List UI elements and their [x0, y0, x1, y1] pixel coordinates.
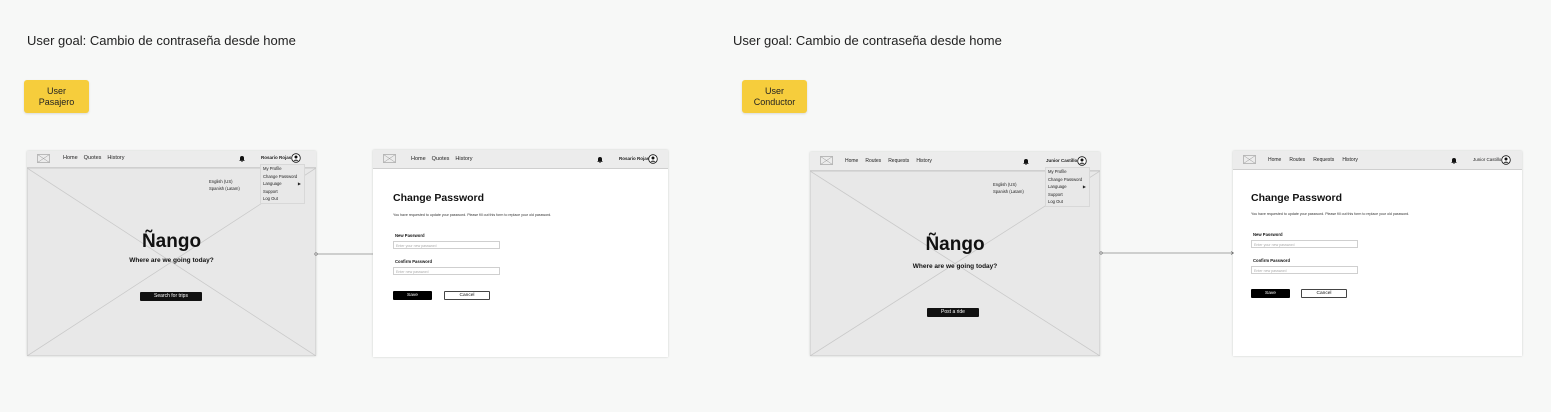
logo-placeholder-icon[interactable] [37, 154, 50, 163]
language-option-spanish[interactable]: Spanish (Latam) [209, 185, 240, 192]
avatar-icon[interactable] [648, 154, 658, 164]
nav-links: Home Routes Requests History [1268, 157, 1358, 163]
hero-image-placeholder: English (US) Spanish (Latam) My Profile … [27, 164, 316, 356]
nav-links: Home Routes Requests History [845, 158, 932, 164]
role-sticky-note: User Pasajero [24, 80, 89, 113]
menu-support[interactable]: Support [261, 188, 304, 196]
language-submenu: English (US) Spanish (Latam) [209, 178, 240, 192]
user-name[interactable]: Rosario Rojas [261, 155, 291, 160]
language-submenu: English (US) Spanish (Latam) [993, 181, 1024, 195]
nav-history[interactable]: History [1342, 157, 1358, 163]
language-option-english[interactable]: English (US) [993, 181, 1024, 188]
nav-history[interactable]: History [916, 158, 932, 164]
logo-placeholder-icon[interactable] [1243, 155, 1256, 164]
confirm-password-field[interactable]: Enter new password [1251, 266, 1358, 274]
nav-requests[interactable]: Requests [1313, 157, 1334, 163]
search-trips-button[interactable]: Search for trips [140, 292, 202, 301]
language-option-english[interactable]: English (US) [209, 178, 240, 185]
nav-routes[interactable]: Routes [865, 158, 881, 164]
nav-home[interactable]: Home [845, 158, 858, 164]
bell-icon[interactable] [239, 155, 245, 162]
role-sticky-text: User Pasajero [38, 85, 75, 107]
profile-dropdown-menu: My Profile Change Password Language ▶ Su… [1045, 167, 1090, 207]
connector-arrow [314, 252, 373, 256]
menu-change-password[interactable]: Change Password [1046, 176, 1089, 184]
tagline: Where are we going today? [912, 263, 998, 270]
home-screen-frame: Home Routes Requests History Junior Cast… [810, 152, 1100, 356]
nav-home[interactable]: Home [411, 156, 426, 162]
connector-arrow [1099, 251, 1235, 255]
home-screen-frame: Home Quotes History Rosario Rojas Englis… [27, 151, 316, 356]
user-name[interactable]: Junior Castillo [1046, 158, 1077, 163]
nav-requests[interactable]: Requests [888, 158, 909, 164]
nav-links: Home Quotes History [411, 156, 473, 162]
save-button[interactable]: Save [1251, 289, 1290, 298]
cancel-button[interactable]: Cancel [1301, 289, 1347, 298]
navbar: Home Routes Requests History Junior Cast… [1233, 151, 1522, 170]
caret-right-icon: ▶ [1082, 184, 1086, 190]
profile-dropdown-menu: My Profile Change Password Language ▶ Su… [260, 164, 305, 204]
brand-logo-text: Ñango [925, 234, 985, 255]
menu-my-profile[interactable]: My Profile [261, 165, 304, 173]
cancel-button[interactable]: Cancel [444, 291, 490, 300]
page-title: Change Password [1251, 192, 1343, 204]
menu-language[interactable]: Language ▶ [1046, 183, 1089, 191]
nav-home[interactable]: Home [63, 155, 78, 161]
menu-my-profile[interactable]: My Profile [1046, 168, 1089, 176]
logo-placeholder-icon[interactable] [820, 156, 833, 165]
role-sticky-note: User Conductor [742, 80, 807, 113]
brand-logo-text: Ñango [141, 231, 202, 252]
user-goal-title: User goal: Cambio de contraseña desde ho… [27, 33, 296, 48]
user-goal-title: User goal: Cambio de contraseña desde ho… [733, 33, 1002, 48]
nav-quotes[interactable]: Quotes [84, 155, 102, 161]
nav-quotes[interactable]: Quotes [432, 156, 450, 162]
tagline: Where are we going today? [129, 257, 214, 264]
nav-links: Home Quotes History [63, 155, 125, 161]
role-sticky-text: User Conductor [753, 85, 796, 107]
menu-language-label: Language [1048, 184, 1067, 190]
confirm-password-label: Confirm Password [1253, 258, 1290, 263]
save-button[interactable]: Save [393, 291, 432, 300]
menu-log-out[interactable]: Log Out [261, 195, 304, 203]
caret-right-icon: ▶ [297, 181, 301, 187]
bell-icon[interactable] [1023, 158, 1029, 165]
language-option-spanish[interactable]: Spanish (Latam) [993, 188, 1024, 195]
menu-language-label: Language [263, 181, 282, 187]
new-password-label: New Password [395, 233, 425, 238]
navbar: Home Quotes History Rosario Rojas [373, 150, 668, 169]
nav-routes[interactable]: Routes [1289, 157, 1305, 163]
page-title: Change Password [393, 192, 485, 204]
nav-home[interactable]: Home [1268, 157, 1281, 163]
post-ride-button[interactable]: Post a ride [927, 308, 979, 317]
user-name[interactable]: Rosario Rojas [619, 156, 649, 161]
new-password-label: New Password [1253, 232, 1283, 237]
confirm-password-field[interactable]: Enter new password [393, 267, 500, 275]
user-name[interactable]: Junior Castillo [1473, 157, 1501, 162]
avatar-icon[interactable] [1501, 155, 1511, 165]
page-description: You have requested to update your passwo… [1251, 212, 1410, 216]
bell-icon[interactable] [597, 156, 603, 163]
new-password-field[interactable]: Enter your new password [1251, 240, 1358, 248]
confirm-password-label: Confirm Password [395, 259, 432, 264]
new-password-field[interactable]: Enter your new password [393, 241, 500, 249]
menu-support[interactable]: Support [1046, 191, 1089, 199]
logo-placeholder-icon[interactable] [383, 154, 396, 163]
bell-icon[interactable] [1451, 157, 1457, 164]
change-password-screen-frame: Home Routes Requests History Junior Cast… [1233, 151, 1522, 356]
change-password-screen-frame: Home Quotes History Rosario Rojas Change… [373, 150, 668, 357]
nav-history[interactable]: History [107, 155, 124, 161]
avatar-icon[interactable] [1077, 156, 1087, 166]
nav-history[interactable]: History [455, 156, 472, 162]
avatar-icon[interactable] [291, 153, 301, 163]
menu-log-out[interactable]: Log Out [1046, 198, 1089, 206]
page-description: You have requested to update your passwo… [393, 213, 552, 217]
menu-language[interactable]: Language ▶ [261, 180, 304, 188]
hero-image-placeholder: English (US) Spanish (Latam) My Profile … [810, 167, 1100, 356]
menu-change-password[interactable]: Change Password [261, 173, 304, 181]
